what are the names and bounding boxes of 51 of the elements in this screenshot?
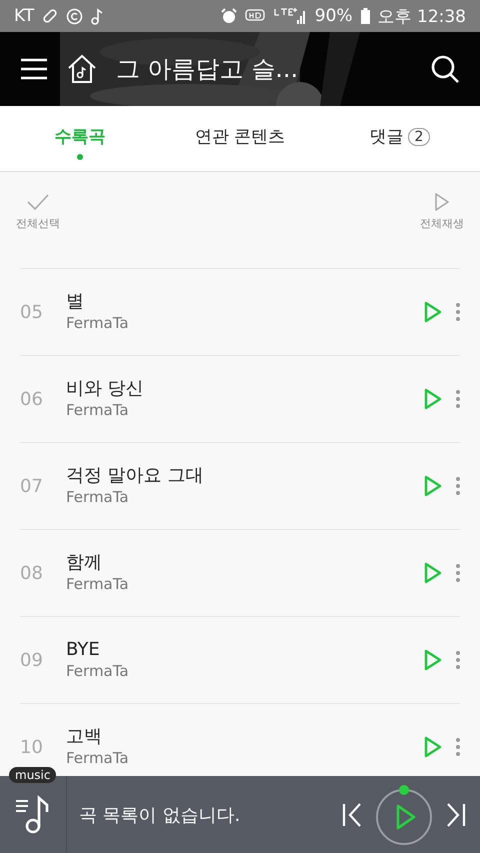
track-artist: FermaTa [66,488,130,506]
play-button[interactable] [374,784,434,846]
check-icon [26,192,50,212]
page-title: 그 아름답고 슬... [116,54,300,85]
more-icon [456,564,460,582]
track-title: 별 [66,292,85,313]
play-icon [434,192,450,212]
track-title: 비와 당신 [66,379,145,400]
track-title: 걱정 말아요 그대 [66,466,204,487]
track-number: 07 [20,476,44,496]
more-icon [456,738,460,756]
track-number: 05 [20,302,44,322]
track-artist: FermaTa [66,750,130,767]
select-all-button[interactable]: 전체선택 [16,192,60,240]
track-artist: FermaTa [66,662,130,680]
track-title: BYE [66,640,101,661]
track-artist: FermaTa [66,402,130,419]
track-number: 09 [20,650,44,670]
menu-icon[interactable] [20,58,48,80]
track-artist: FermaTa [66,314,130,332]
track-number: 06 [20,388,44,410]
hd-icon [244,9,265,23]
track-title: 함께 [66,553,103,574]
play-all-button[interactable]: 전체재생 [420,192,464,240]
alarm-icon [220,8,237,24]
copyright-icon [66,8,84,24]
next-button[interactable] [444,802,466,828]
signal-icon [272,7,307,25]
player-message: 곡 목록이 없습니다. [78,804,242,826]
carrier: KT [14,6,34,26]
tab[interactable]: 댓글 2 [320,106,480,171]
more-icon [456,477,460,495]
search-icon[interactable] [430,54,460,84]
more-icon [456,651,460,669]
track-title: 고백 [66,727,103,748]
track-number: 08 [20,562,44,584]
battery-icon [360,8,370,24]
battery-level: 90% [314,6,353,26]
more-icon [456,303,460,321]
clock: 오후 12:38 [378,6,466,28]
track-artist: FermaTa [66,576,130,593]
home-icon[interactable] [66,54,98,84]
tab[interactable]: 수록곡 [0,106,160,171]
music-note-icon [91,8,104,24]
pill-icon [42,8,58,24]
track-number: 10 [20,736,44,758]
music-badge: music [9,767,56,783]
more-icon [456,390,460,408]
comment-count: 2 [408,128,430,146]
previous-button[interactable] [342,802,364,828]
tab[interactable]: 연관 콘텐츠 [160,106,320,171]
